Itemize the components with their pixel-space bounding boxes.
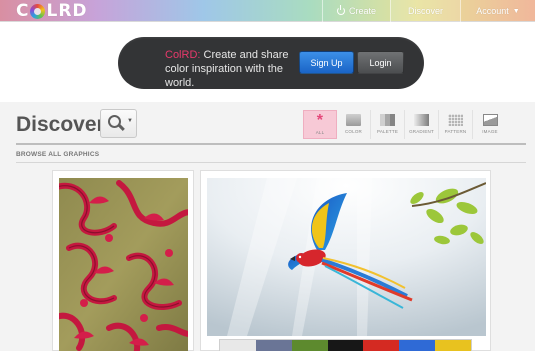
red-damask-pattern-image[interactable]: [59, 178, 188, 351]
color-icon: [346, 114, 361, 126]
flying-macaw-parrot-image[interactable]: [207, 178, 486, 336]
colrd-logo[interactable]: C LRD: [16, 1, 88, 21]
login-button[interactable]: Login: [357, 51, 404, 74]
filter-color[interactable]: COLOR: [337, 110, 371, 139]
image-icon: [482, 114, 498, 126]
palette-swatch[interactable]: [399, 340, 436, 351]
sign-up-button[interactable]: Sign Up: [299, 51, 354, 74]
filter-color-label: COLOR: [344, 129, 362, 134]
filter-palette-label: PALETTE: [376, 129, 399, 134]
nav-account-label: Account: [476, 6, 509, 16]
palette-swatch[interactable]: [220, 340, 256, 351]
filter-all[interactable]: * ALL: [303, 110, 337, 139]
macaw-photo-graphic: [207, 178, 486, 336]
nav-discover[interactable]: Discover: [390, 0, 460, 22]
nav-discover-label: Discover: [407, 6, 443, 16]
filter-gradient[interactable]: GRADIENT: [405, 110, 439, 139]
promo-banner: ColRD: Create and share color inspiratio…: [118, 37, 424, 89]
pattern-icon: [448, 114, 463, 126]
gradient-icon: [414, 114, 429, 126]
palette-icon: [380, 114, 395, 126]
section-divider: [16, 162, 526, 163]
filter-image[interactable]: IMAGE: [473, 110, 507, 139]
filter-all-label: ALL: [315, 130, 325, 135]
palette-swatch[interactable]: [327, 340, 364, 351]
filter-image-label: IMAGE: [482, 129, 498, 134]
section-label: BROWSE ALL GRAPHICS: [16, 151, 100, 158]
palette-swatch[interactable]: [255, 340, 292, 351]
graphic-card[interactable]: [52, 170, 194, 351]
nav-create[interactable]: Create: [322, 0, 390, 22]
logo-letter-c: C: [16, 1, 30, 21]
toolbar-divider: [16, 143, 526, 145]
filter-palette[interactable]: PALETTE: [371, 110, 405, 139]
nav-account[interactable]: Account ▼: [460, 0, 535, 22]
filter-bar: * ALL COLOR PALETTE GRADIENT PATTERN IMA…: [303, 110, 507, 139]
search-icon: [108, 115, 121, 128]
asterisk-icon: *: [316, 112, 324, 129]
power-icon: [336, 5, 345, 15]
palette-swatch[interactable]: [291, 340, 328, 351]
filter-pattern-label: PATTERN: [444, 129, 467, 134]
color-wheel-icon: [30, 3, 46, 19]
page-title: Discover: [16, 113, 105, 136]
nav-create-label: Create: [348, 6, 376, 16]
chevron-down-icon: ▼: [127, 118, 133, 124]
palette-swatch[interactable]: [435, 340, 472, 351]
promo-brand: ColRD:: [165, 49, 201, 61]
search-button[interactable]: ▼: [100, 109, 137, 138]
filter-pattern[interactable]: PATTERN: [439, 110, 473, 139]
promo-text: ColRD: Create and share color inspiratio…: [165, 48, 305, 90]
filter-gradient-label: GRADIENT: [409, 129, 434, 134]
logo-letters-lrd: LRD: [46, 1, 88, 21]
color-palette-strip: [219, 339, 472, 351]
palette-swatch[interactable]: [363, 340, 400, 351]
graphic-card[interactable]: [200, 170, 491, 351]
chevron-down-icon: ▼: [512, 7, 520, 15]
damask-pattern-graphic: [59, 178, 188, 351]
top-navigation-bar: C LRD Create Discover Account ▼: [0, 0, 535, 22]
